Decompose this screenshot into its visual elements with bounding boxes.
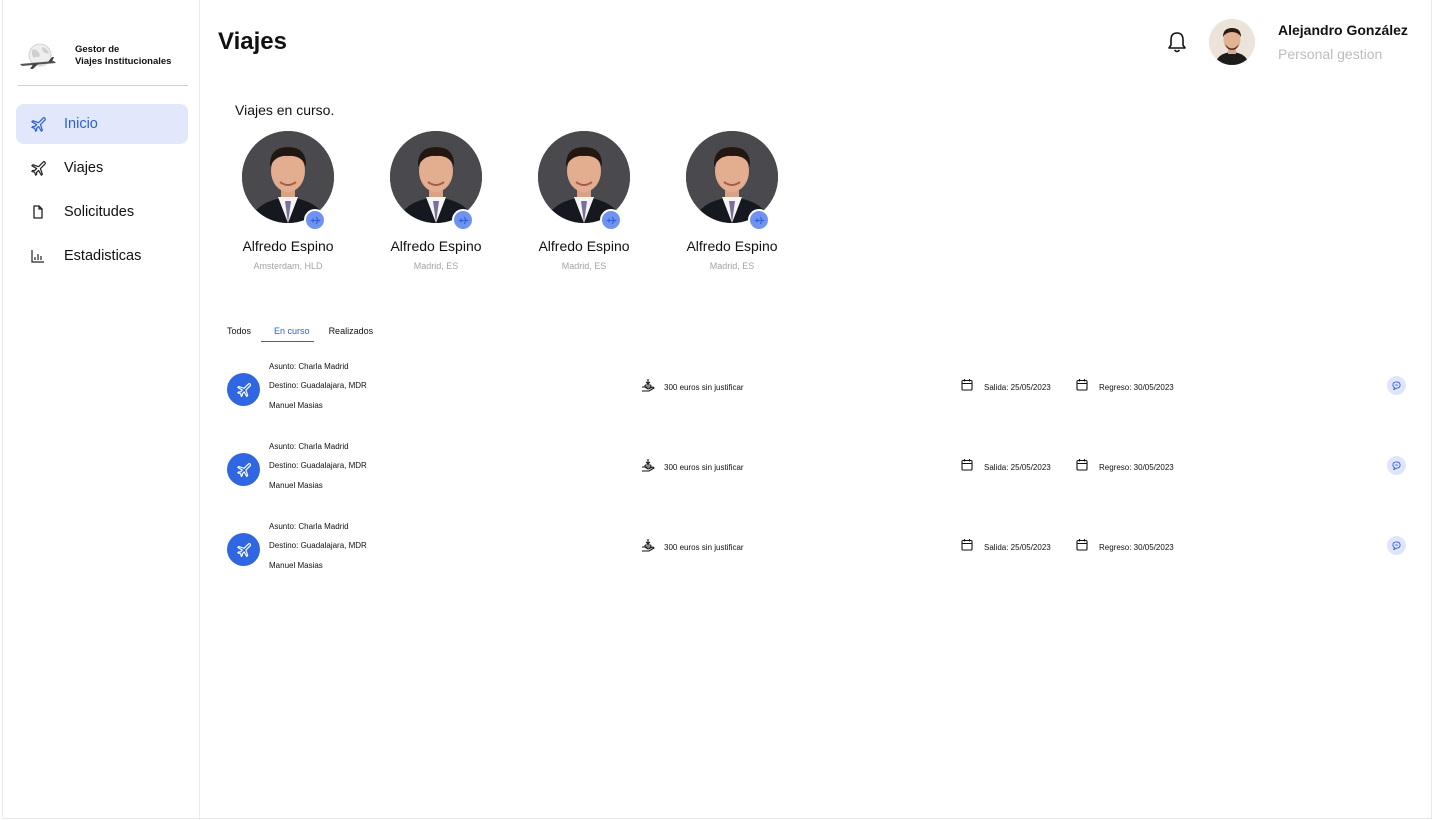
sidebar: Gestor de Viajes Institucionales Inicio … xyxy=(2,0,200,820)
calendar-icon xyxy=(1076,379,1088,391)
traveler-name: Alfredo Espino xyxy=(242,238,334,254)
money-hand-icon xyxy=(642,379,655,392)
traveler-photo xyxy=(686,131,778,223)
trip-budget: 300 euros sin justificar xyxy=(664,383,744,392)
sidebar-item-label: Viajes xyxy=(64,160,104,176)
trip-person: Manuel Masias xyxy=(269,401,323,410)
plane-badge-icon xyxy=(600,209,622,231)
plane-icon xyxy=(31,117,46,132)
tab-todos[interactable]: Todos xyxy=(227,324,251,344)
user-role: Personal gestion xyxy=(1278,46,1383,62)
money-hand-icon xyxy=(642,539,655,552)
trip-destination: Destino: Guadalajara, MDR xyxy=(269,381,367,390)
traveler-card[interactable]: Alfredo Espino Madrid, ES xyxy=(378,130,526,280)
sidebar-nav: Inicio Viajes Solicitudes Estadisticas xyxy=(16,104,188,280)
plane-icon xyxy=(227,533,260,566)
document-icon xyxy=(33,205,43,219)
calendar-icon xyxy=(961,379,973,391)
trip-subject: Asunto: Charla Madrid xyxy=(269,442,349,451)
bar-chart-icon xyxy=(31,250,44,263)
trip-departure: Salida: 25/05/2023 xyxy=(984,383,1051,392)
page-title: Viajes xyxy=(218,28,287,55)
chat-button[interactable] xyxy=(1387,536,1406,555)
traveler-city: Madrid, ES xyxy=(413,261,459,271)
chat-button[interactable] xyxy=(1387,376,1406,395)
tab-realizados[interactable]: Realizados xyxy=(329,324,374,344)
trip-departure: Salida: 25/05/2023 xyxy=(984,543,1051,552)
brand-name: Gestor de Viajes Institucionales xyxy=(75,44,171,68)
traveler-photo xyxy=(390,131,482,223)
sidebar-item-solicitudes[interactable]: Solicitudes xyxy=(16,192,188,232)
plane-icon xyxy=(31,161,46,176)
calendar-icon xyxy=(1076,459,1088,471)
trip-departure: Salida: 25/05/2023 xyxy=(984,463,1051,472)
trip-person: Manuel Masias xyxy=(269,561,323,570)
travelers-list: Alfredo Espino Amsterdam, HLD Alfredo Es… xyxy=(230,130,822,280)
user-portrait xyxy=(1209,19,1255,65)
plane-badge-icon xyxy=(304,209,326,231)
brand-line-1: Gestor de xyxy=(75,44,120,55)
trip-return: Regreso: 30/05/2023 xyxy=(1099,543,1174,552)
plane-icon xyxy=(227,373,260,406)
active-tab-indicator xyxy=(261,341,314,342)
sidebar-item-label: Inicio xyxy=(64,116,98,132)
trip-return: Regreso: 30/05/2023 xyxy=(1099,463,1174,472)
calendar-icon xyxy=(1076,539,1088,551)
brand[interactable]: Gestor de Viajes Institucionales xyxy=(18,38,188,86)
chat-icon xyxy=(1392,541,1401,550)
traveler-card[interactable]: Alfredo Espino Madrid, ES xyxy=(526,130,674,280)
plane-icon xyxy=(227,453,260,486)
section-title: Viajes en curso. xyxy=(235,102,335,118)
trip-subject: Asunto: Charla Madrid xyxy=(269,362,349,371)
money-hand-icon xyxy=(642,459,655,472)
trip-row[interactable]: Asunto: Charla Madrid Destino: Guadalaja… xyxy=(227,358,1407,418)
traveler-city: Madrid, ES xyxy=(709,261,755,271)
brand-line-2: Viajes Institucionales xyxy=(75,56,172,67)
traveler-name: Alfredo Espino xyxy=(390,238,482,254)
traveler-card[interactable]: Alfredo Espino Madrid, ES xyxy=(674,130,822,280)
trip-budget: 300 euros sin justificar xyxy=(664,543,744,552)
trip-person: Manuel Masias xyxy=(269,481,323,490)
traveler-photo xyxy=(242,131,334,223)
trip-subject: Asunto: Charla Madrid xyxy=(269,522,349,531)
calendar-icon xyxy=(961,459,973,471)
trip-budget: 300 euros sin justificar xyxy=(664,463,744,472)
sidebar-item-inicio[interactable]: Inicio xyxy=(16,104,188,144)
plane-badge-icon xyxy=(748,209,770,231)
traveler-photo xyxy=(538,131,630,223)
trip-return: Regreso: 30/05/2023 xyxy=(1099,383,1174,392)
trip-destination: Destino: Guadalajara, MDR xyxy=(269,461,367,470)
trip-row[interactable]: Asunto: Charla Madrid Destino: Guadalaja… xyxy=(227,438,1407,498)
chat-icon xyxy=(1392,381,1401,390)
trip-row[interactable]: Asunto: Charla Madrid Destino: Guadalaja… xyxy=(227,518,1407,578)
sidebar-item-viajes[interactable]: Viajes xyxy=(16,148,188,188)
sidebar-item-estadisticas[interactable]: Estadisticas xyxy=(16,236,188,276)
traveler-name: Alfredo Espino xyxy=(538,238,630,254)
chat-icon xyxy=(1392,461,1401,470)
traveler-city: Madrid, ES xyxy=(561,261,607,271)
plane-badge-icon xyxy=(452,209,474,231)
calendar-icon xyxy=(961,539,973,551)
globe-plane-logo xyxy=(20,43,56,69)
sidebar-item-label: Solicitudes xyxy=(64,204,135,220)
sidebar-item-label: Estadisticas xyxy=(64,248,142,264)
traveler-card[interactable]: Alfredo Espino Amsterdam, HLD xyxy=(230,130,378,280)
traveler-name: Alfredo Espino xyxy=(686,238,778,254)
trip-destination: Destino: Guadalajara, MDR xyxy=(269,541,367,550)
avatar[interactable] xyxy=(1209,19,1255,65)
user-name: Alejandro González xyxy=(1278,22,1408,38)
bell-icon[interactable] xyxy=(1166,30,1188,54)
chat-button[interactable] xyxy=(1387,456,1406,475)
traveler-city: Amsterdam, HLD xyxy=(253,261,323,271)
